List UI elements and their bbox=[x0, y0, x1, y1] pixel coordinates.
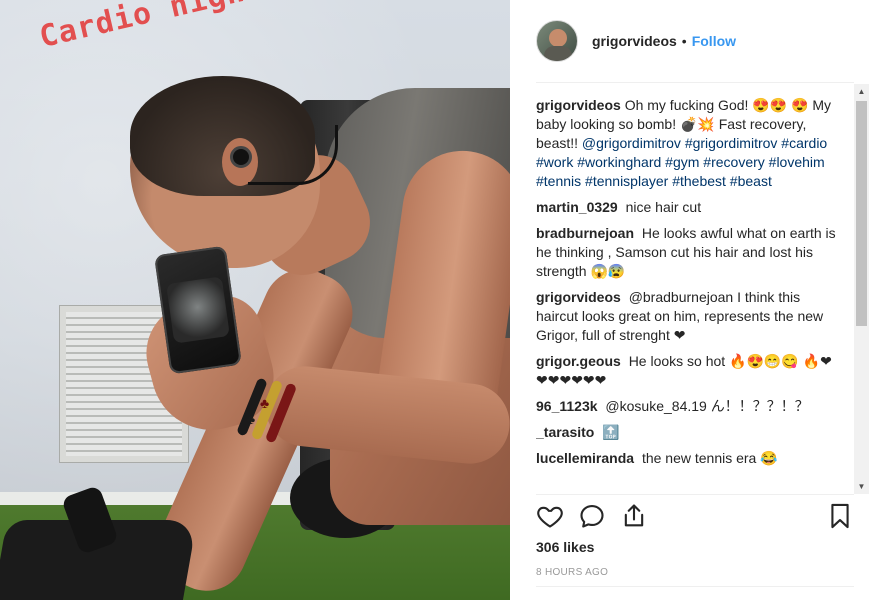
post-photo[interactable]: ♣ ♣ Cardio night! bbox=[0, 0, 510, 600]
comments-list[interactable]: grigorvideos Oh my fucking God! 😍😍 😍 My … bbox=[536, 96, 836, 494]
comment-text: nice hair cut bbox=[625, 199, 702, 215]
photo-phone-case-art bbox=[166, 276, 230, 344]
header-username[interactable]: grigorvideos bbox=[592, 33, 677, 49]
avatar[interactable] bbox=[536, 20, 578, 62]
photo-clover-charm: ♣ bbox=[246, 411, 256, 427]
speech-bubble-icon[interactable] bbox=[578, 502, 606, 530]
share-upload-icon[interactable] bbox=[620, 502, 648, 530]
comment-username[interactable]: lucellemiranda bbox=[536, 450, 634, 466]
comment-item: 96_1123k @kosuke_84.19 ん！！？？！？ bbox=[536, 397, 836, 416]
bottom-divider bbox=[536, 586, 854, 587]
comment-username[interactable]: _tarasito bbox=[536, 424, 594, 440]
header-divider bbox=[536, 82, 854, 83]
comment-text: the new tennis era 😂 bbox=[641, 450, 778, 466]
caption-hashtags[interactable]: @grigordimitrov #grigordimitrov #cardio … bbox=[536, 135, 827, 189]
actions-divider bbox=[536, 494, 854, 495]
comment-username[interactable]: grigorvideos bbox=[536, 289, 621, 305]
scroll-down-arrow-icon[interactable]: ▼ bbox=[854, 479, 869, 494]
post-side-panel: grigorvideos • Follow grigorvideos Oh my… bbox=[510, 0, 869, 600]
header-separator: • bbox=[681, 33, 687, 49]
photo-clover-charm: ♣ bbox=[260, 395, 270, 411]
comment-text: @kosuke_84.19 ん！！？？！？ bbox=[605, 398, 809, 414]
comment-item: martin_0329 nice hair cut bbox=[536, 198, 836, 217]
likes-count[interactable]: 306 likes bbox=[536, 539, 594, 555]
comments-scrollbar[interactable]: ▲ ▼ bbox=[854, 84, 869, 494]
scroll-up-arrow-icon[interactable]: ▲ bbox=[854, 84, 869, 99]
comment-item: _tarasito 🔝 bbox=[536, 423, 836, 442]
comment-username[interactable]: bradburnejoan bbox=[536, 225, 634, 241]
post-header: grigorvideos • Follow bbox=[510, 0, 869, 82]
comment-username[interactable]: 96_1123k bbox=[536, 398, 598, 414]
comment-item: bradburnejoan He looks awful what on ear… bbox=[536, 224, 836, 281]
comment-username[interactable]: martin_0329 bbox=[536, 199, 618, 215]
post-timestamp[interactable]: 8 HOURS AGO bbox=[536, 567, 608, 578]
comment-item: lucellemiranda the new tennis era 😂 bbox=[536, 449, 836, 468]
heart-outline-icon[interactable] bbox=[536, 502, 564, 530]
bookmark-icon[interactable] bbox=[826, 502, 854, 530]
caption-username[interactable]: grigorvideos bbox=[536, 97, 621, 113]
follow-button[interactable]: Follow bbox=[692, 33, 736, 49]
comment-text: 🔝 bbox=[602, 424, 620, 440]
scrollbar-thumb[interactable] bbox=[856, 101, 867, 326]
comment-item: grigorvideos @bradburnejoan I think this… bbox=[536, 288, 836, 345]
comment-item: grigor.geous He looks so hot 🔥😍😁😋 🔥❤❤❤❤❤… bbox=[536, 352, 836, 390]
caption-text-part1: Oh my fucking God! 😍😍 bbox=[624, 97, 788, 113]
post-actions bbox=[536, 502, 854, 532]
post-caption: grigorvideos Oh my fucking God! 😍😍 😍 My … bbox=[536, 96, 836, 191]
comment-username[interactable]: grigor.geous bbox=[536, 353, 621, 369]
